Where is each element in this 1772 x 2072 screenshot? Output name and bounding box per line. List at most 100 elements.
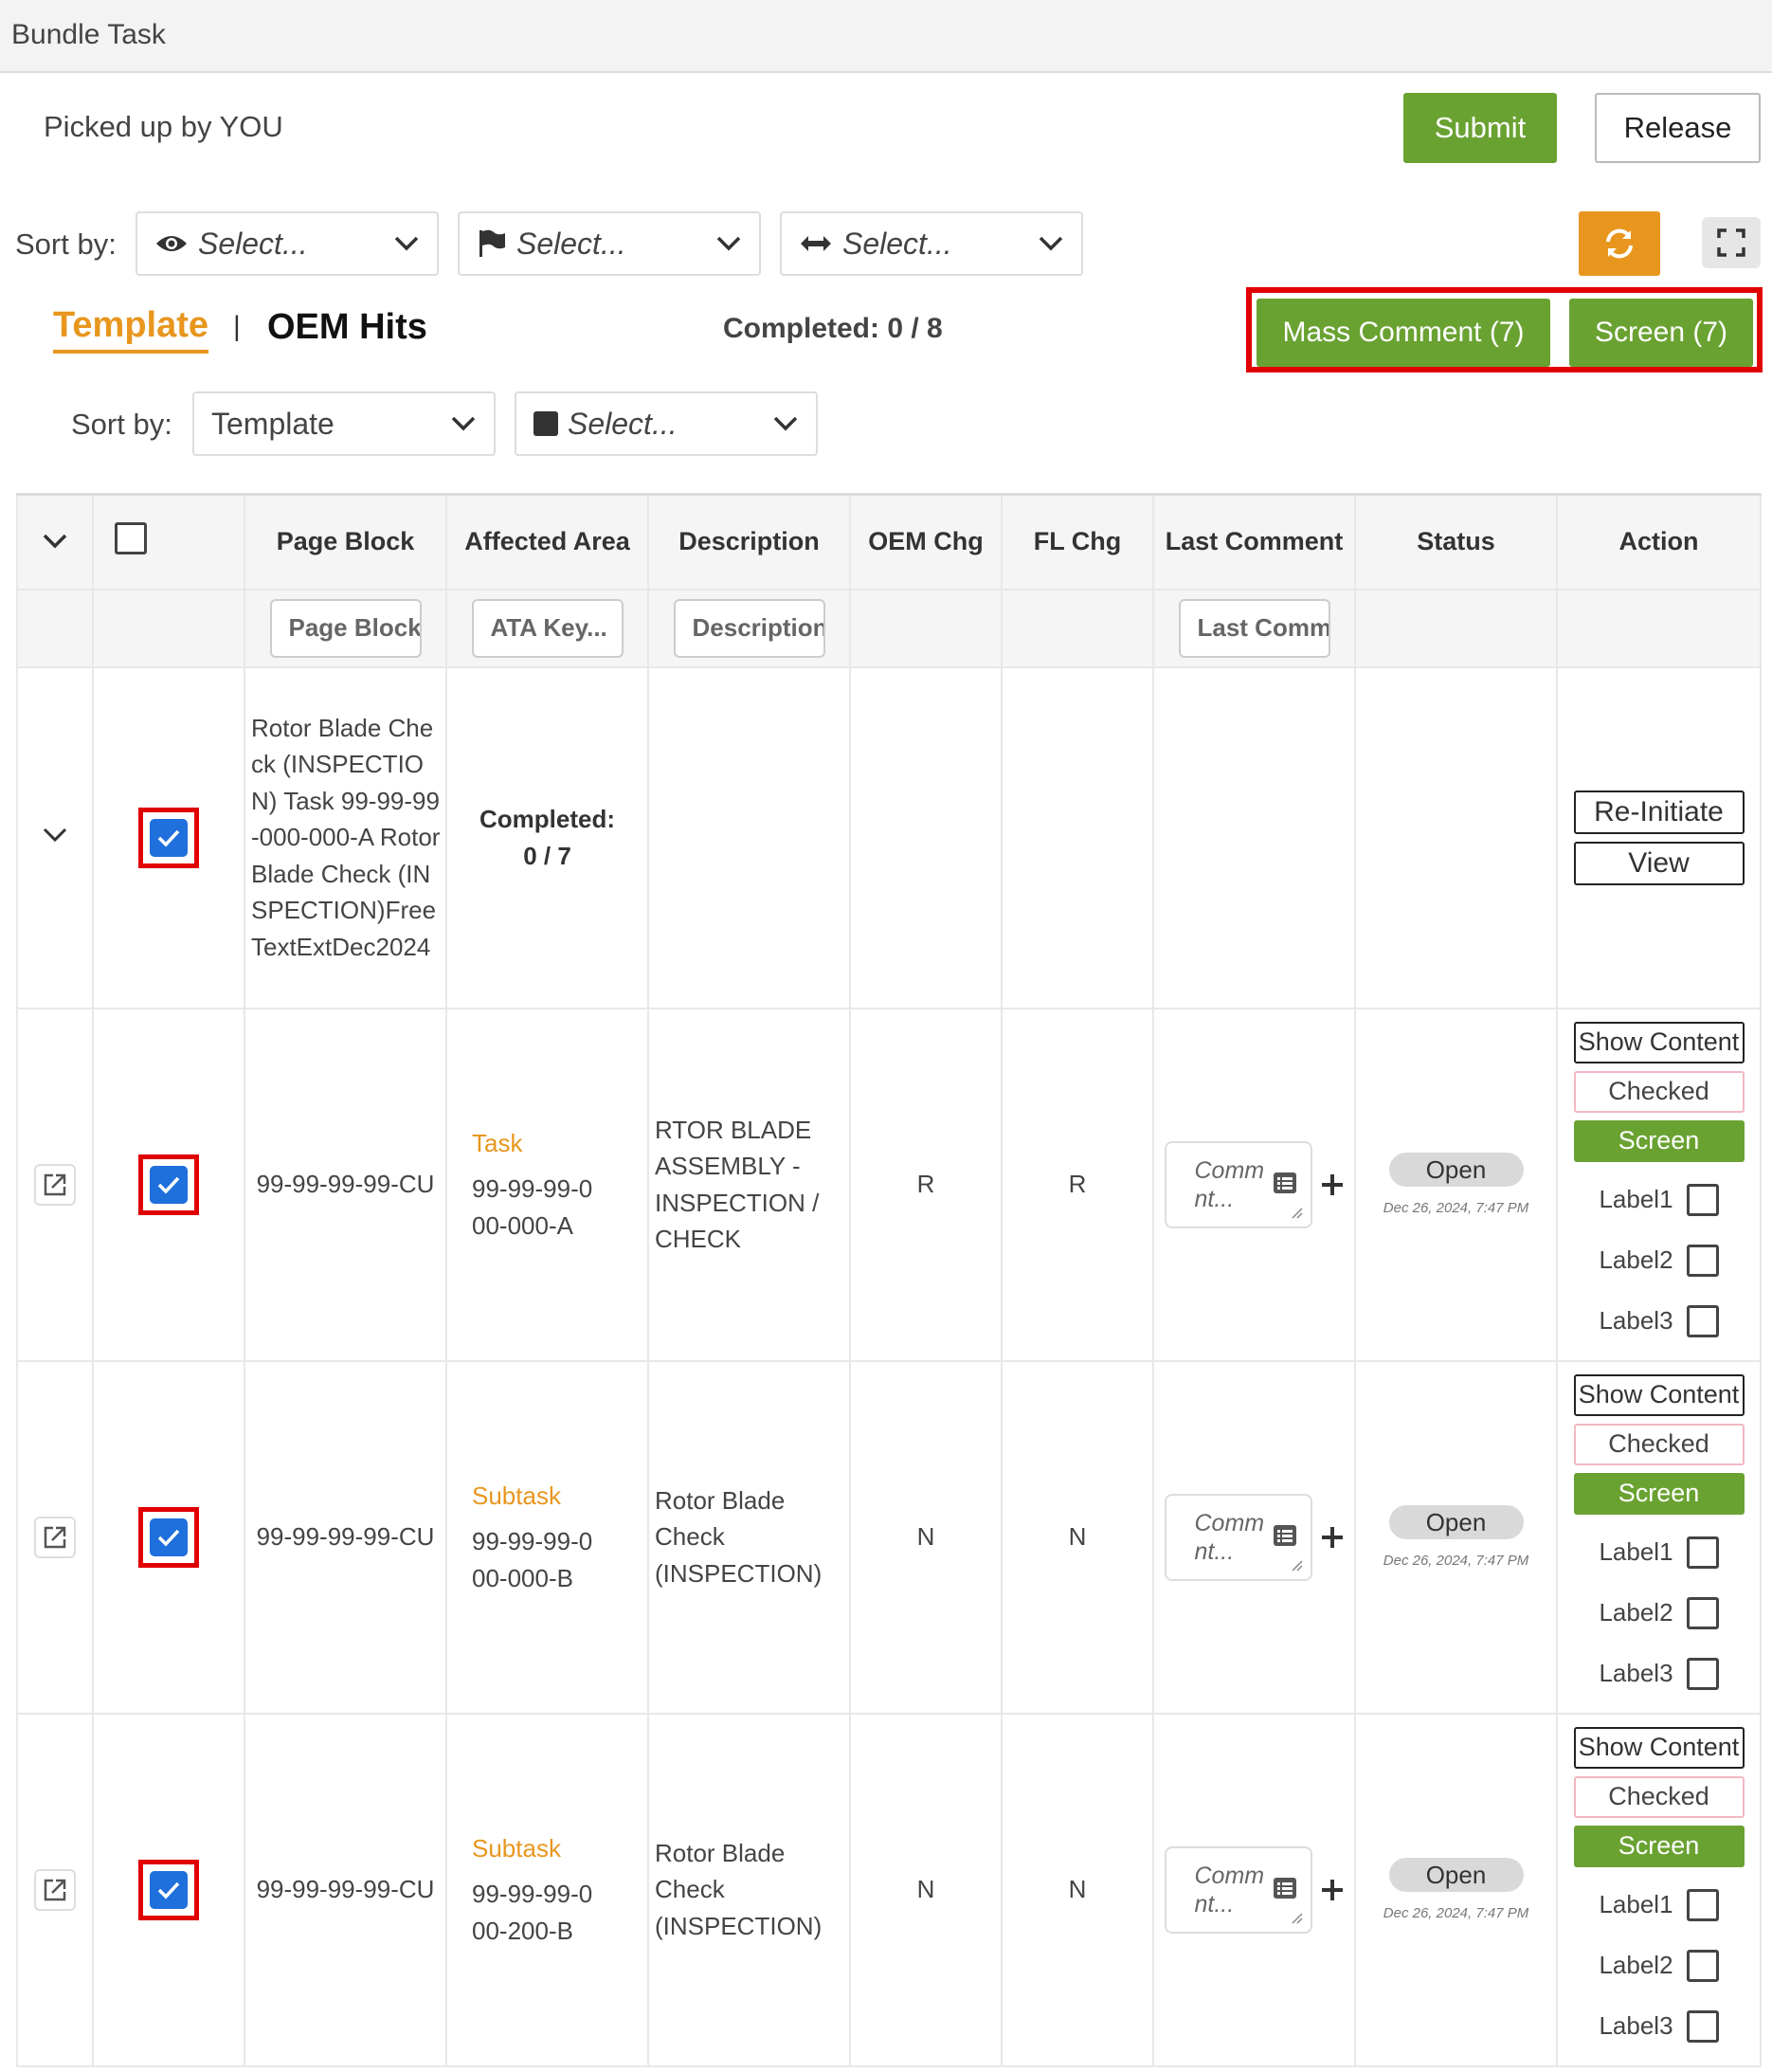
col-fl-chg[interactable]: FL Chg <box>1001 493 1154 591</box>
label1-toggle[interactable]: Label1 <box>1558 1522 1760 1583</box>
row-checkbox-checked[interactable] <box>150 1165 188 1204</box>
sort-select-color[interactable]: Select... <box>515 391 818 456</box>
chevron-down-icon <box>773 416 798 431</box>
eye-icon <box>156 236 187 251</box>
chevron-down-icon[interactable] <box>42 533 68 550</box>
mass-screen-button[interactable]: Screen (7) <box>1569 299 1753 367</box>
resize-handle-icon[interactable] <box>1290 1911 1303 1924</box>
sort-select-template[interactable]: Template <box>192 391 496 456</box>
comment-placeholder: Comm nt... <box>1194 1156 1265 1212</box>
row-fl-chg: N <box>1001 1359 1154 1715</box>
comment-input[interactable]: Comm nt... <box>1164 1140 1312 1228</box>
plus-icon[interactable] <box>1320 1878 1345 1902</box>
col-status[interactable]: Status <box>1354 493 1558 591</box>
sort-select-visibility[interactable]: Select... <box>136 211 439 276</box>
label2-toggle[interactable]: Label2 <box>1558 1230 1760 1291</box>
show-content-button[interactable]: Show Content <box>1573 1726 1745 1769</box>
chevron-down-icon <box>716 236 741 251</box>
label1-toggle[interactable]: Label1 <box>1558 1170 1760 1230</box>
row-type: Subtask <box>472 1833 561 1863</box>
label3-checkbox[interactable] <box>1686 2009 1719 2043</box>
external-link-icon <box>44 1173 66 1195</box>
view-button[interactable]: View <box>1573 841 1745 885</box>
show-content-button[interactable]: Show Content <box>1573 1373 1745 1416</box>
plus-icon[interactable] <box>1320 1525 1345 1550</box>
row-oem-chg: N <box>849 1712 1003 2067</box>
select-all-cell[interactable] <box>92 493 245 591</box>
label1-toggle[interactable]: Label1 <box>1558 1875 1760 1936</box>
screen-button[interactable]: Screen <box>1573 1825 1745 1867</box>
row-checkbox-checked[interactable] <box>150 1870 188 1909</box>
reinitiate-button[interactable]: Re-Initiate <box>1573 790 1745 834</box>
resize-handle-icon[interactable] <box>1290 1206 1303 1219</box>
expand-all-cell[interactable] <box>16 493 94 591</box>
fullscreen-button[interactable] <box>1702 217 1761 268</box>
chevron-down-icon[interactable] <box>42 827 68 844</box>
label1-checkbox[interactable] <box>1686 1183 1719 1216</box>
select-all-checkbox[interactable] <box>115 522 147 555</box>
sort-by-label-2: Sort by: <box>71 408 172 441</box>
label3-checkbox[interactable] <box>1686 1657 1719 1690</box>
collapse-row-cell[interactable] <box>16 665 94 1009</box>
comment-placeholder: Comm nt... <box>1194 1862 1265 1918</box>
refresh-button[interactable] <box>1579 211 1660 276</box>
filter-last-comment-input[interactable]: Last Comm <box>1178 598 1330 658</box>
label1-checkbox[interactable] <box>1686 1888 1719 1921</box>
label3-checkbox[interactable] <box>1686 1304 1719 1337</box>
checked-button[interactable]: Checked <box>1573 1775 1745 1818</box>
mass-comment-button[interactable]: Mass Comment (7) <box>1257 299 1550 367</box>
resize-handle-icon[interactable] <box>1290 1558 1303 1572</box>
label3-toggle[interactable]: Label3 <box>1558 1644 1760 1704</box>
label2-toggle[interactable]: Label2 <box>1558 1583 1760 1644</box>
row-checkbox-checked[interactable] <box>150 1518 188 1556</box>
sort-select-flag[interactable]: Select... <box>458 211 761 276</box>
external-link-icon <box>44 1526 66 1548</box>
picked-up-status: Picked up by YOU <box>44 110 283 143</box>
label3-text: Label3 <box>1599 1659 1673 1687</box>
col-oem-chg[interactable]: OEM Chg <box>849 493 1003 591</box>
comment-input[interactable]: Comm nt... <box>1164 1845 1312 1934</box>
label1-text: Label1 <box>1599 1537 1673 1566</box>
col-page-block[interactable]: Page Block <box>244 493 447 591</box>
screen-button[interactable]: Screen <box>1573 1119 1745 1162</box>
tab-template[interactable]: Template <box>53 305 209 354</box>
check-icon <box>157 1881 180 1899</box>
sort-by-label: Sort by: <box>15 227 117 261</box>
label1-checkbox[interactable] <box>1686 1536 1719 1569</box>
open-external-button[interactable] <box>34 1516 76 1558</box>
show-content-button[interactable]: Show Content <box>1573 1021 1745 1063</box>
label2-checkbox[interactable] <box>1686 1244 1719 1277</box>
status-badge: Open <box>1388 1153 1524 1187</box>
label2-checkbox[interactable] <box>1686 1949 1719 1982</box>
row-checkbox-highlight <box>138 807 199 868</box>
status-timestamp: Dec 26, 2024, 7:47 PM <box>1383 1905 1529 1921</box>
filter-ata-key-input[interactable]: ATA Key... <box>471 598 624 658</box>
submit-button[interactable]: Submit <box>1403 93 1557 163</box>
col-description[interactable]: Description <box>647 493 851 591</box>
open-external-button[interactable] <box>34 1163 76 1206</box>
comment-input[interactable]: Comm nt... <box>1164 1493 1312 1581</box>
label3-toggle[interactable]: Label3 <box>1558 1996 1760 2057</box>
sort-select-direction[interactable]: Select... <box>780 211 1083 276</box>
label3-toggle[interactable]: Label3 <box>1558 1291 1760 1352</box>
parent-row: Rotor Blade Check (INSPECTION) Task 99-9… <box>16 665 1762 1009</box>
left-right-arrow-icon <box>801 236 831 251</box>
filter-page-block-input[interactable]: Page Block <box>269 598 422 658</box>
col-affected-area[interactable]: Affected Area <box>445 493 649 591</box>
label2-toggle[interactable]: Label2 <box>1558 1936 1760 1996</box>
tab-oem-hits[interactable]: OEM Hits <box>267 307 427 348</box>
row-ata: 99-99-99-000-000-A <box>472 1174 593 1240</box>
checked-button[interactable]: Checked <box>1573 1070 1745 1113</box>
open-external-button[interactable] <box>34 1868 76 1911</box>
label1-text: Label1 <box>1599 1185 1673 1213</box>
label1-text: Label1 <box>1599 1890 1673 1918</box>
label2-checkbox[interactable] <box>1686 1596 1719 1629</box>
filter-description-input[interactable]: Description <box>673 598 825 658</box>
row-checkbox-checked[interactable] <box>150 818 188 857</box>
chevron-down-icon <box>394 236 419 251</box>
col-last-comment[interactable]: Last Comment <box>1152 493 1356 591</box>
release-button[interactable]: Release <box>1595 93 1761 163</box>
screen-button[interactable]: Screen <box>1573 1472 1745 1515</box>
plus-icon[interactable] <box>1320 1172 1345 1197</box>
checked-button[interactable]: Checked <box>1573 1423 1745 1465</box>
